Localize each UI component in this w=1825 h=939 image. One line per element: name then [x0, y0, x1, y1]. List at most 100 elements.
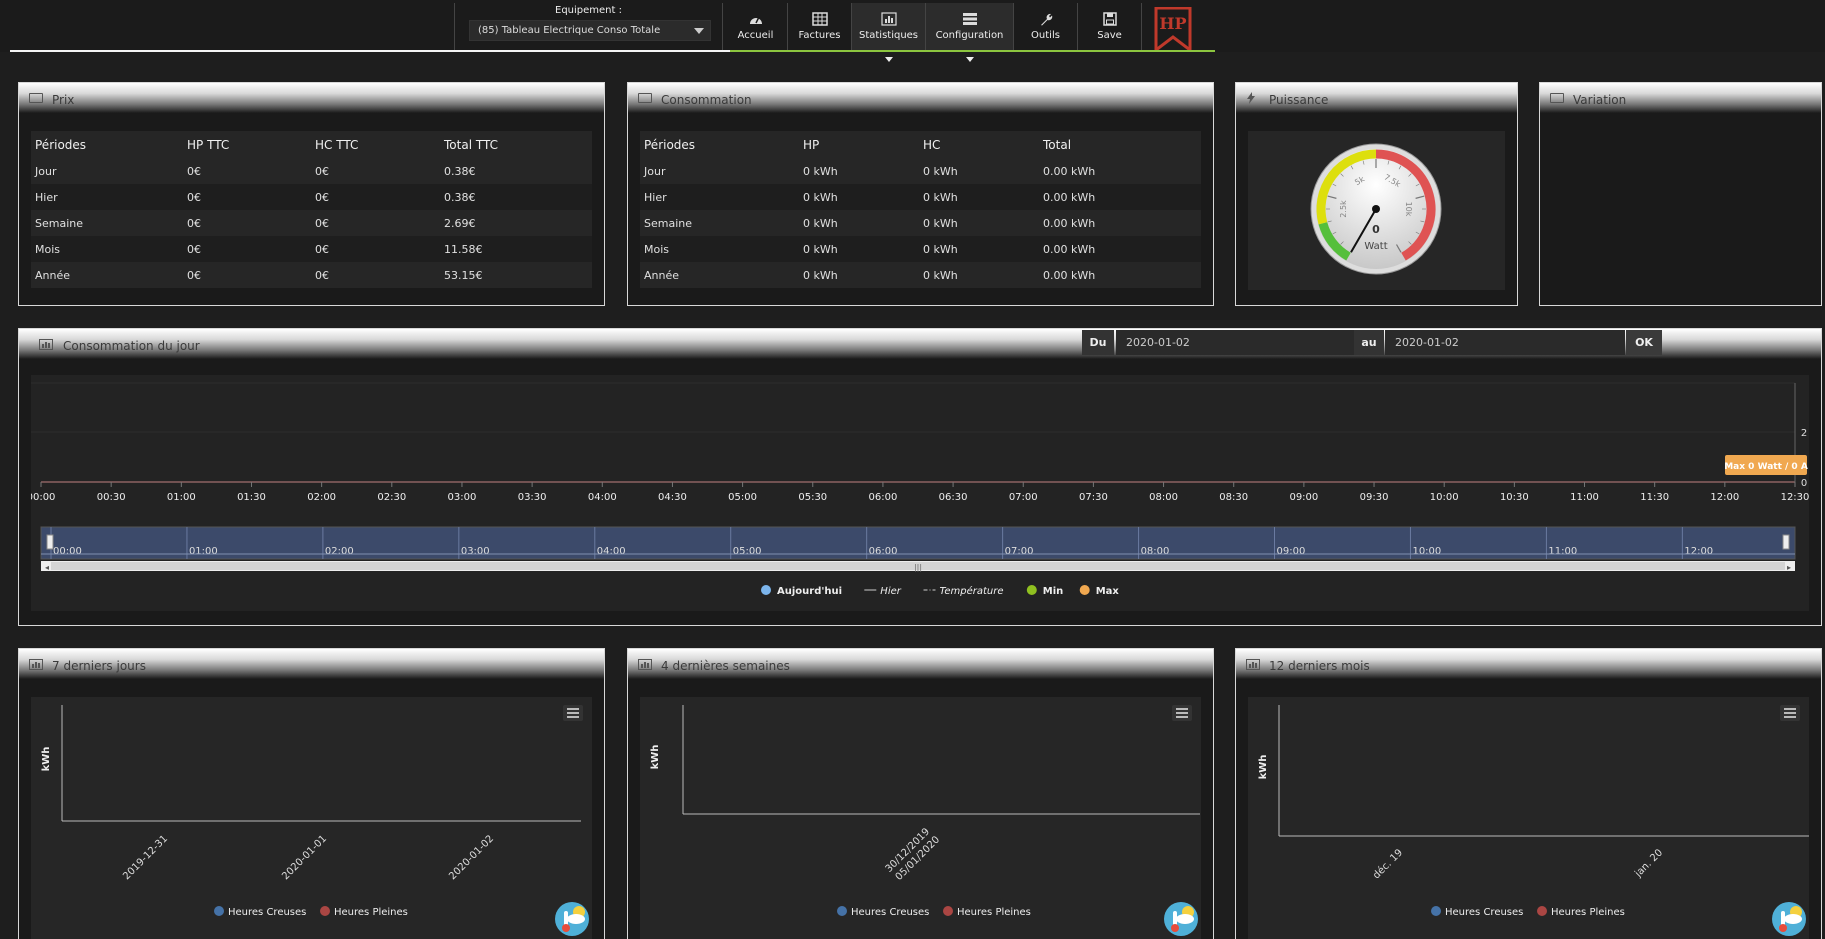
- chart-menu-icon[interactable]: [1172, 705, 1192, 721]
- gauge-wrap: 2.5k 5k 7.5k 10k 0 Watt: [1248, 131, 1505, 290]
- cell: 0€: [311, 262, 440, 288]
- x-tick-label: 06:00: [869, 492, 898, 503]
- nav-statistiques-label: Statistiques: [858, 30, 919, 41]
- nav-statistiques-button[interactable]: Statistiques: [852, 3, 926, 62]
- puissance-header: Puissance: [1236, 83, 1517, 113]
- table-row: Année 0 kWh 0 kWh 0.00 kWh: [640, 262, 1201, 288]
- x-tick-label: 10:30: [1500, 492, 1529, 503]
- navigator-tick-label: 12:00: [1684, 546, 1713, 557]
- cell: 0€: [183, 210, 311, 236]
- x-tick-label: 12:30: [1781, 492, 1809, 503]
- cell: Mois: [31, 236, 183, 262]
- week-title: 7 derniers jours: [52, 659, 146, 673]
- cell: 0.00 kWh: [1039, 158, 1201, 184]
- navigator-tick-label: 05:00: [733, 546, 762, 557]
- legend-item[interactable]: Heures Pleines: [320, 906, 408, 918]
- date-from-input[interactable]: 2020-01-02: [1116, 330, 1370, 355]
- legend-label: Heures Pleines: [957, 907, 1031, 918]
- equipment-value: (85) Tableau Electrique Conso Totale: [478, 25, 661, 36]
- cell: Hier: [31, 184, 183, 210]
- nav-accueil-label: Accueil: [737, 30, 774, 41]
- legend-item[interactable]: Heures Pleines: [1537, 906, 1625, 918]
- nav-save-button[interactable]: Save: [1078, 3, 1142, 50]
- x-tick-label: 04:00: [588, 492, 617, 503]
- col-header: Périodes: [31, 131, 183, 158]
- cell: 0€: [311, 184, 440, 210]
- legend-label: Hier: [880, 586, 901, 597]
- gauge-icon: [749, 16, 762, 24]
- navigator-handle-left[interactable]: [46, 534, 54, 550]
- money-icon: [29, 93, 43, 103]
- x-tick-label: 11:30: [1640, 492, 1669, 503]
- cell: 0 kWh: [919, 262, 1039, 288]
- x-tick-label: 07:00: [1009, 492, 1038, 503]
- cell: Semaine: [640, 210, 799, 236]
- cell: 0€: [311, 158, 440, 184]
- thermometer-bulb: [1779, 924, 1787, 932]
- legend-dot: [1079, 585, 1090, 595]
- jour-chart-wrap: 20Puissance (Watt)00:0000:3001:0001:3002…: [27, 375, 1825, 611]
- cell: 0 kWh: [799, 158, 919, 184]
- scroll-left-icon[interactable]: ◂: [45, 563, 49, 572]
- legend-item[interactable]: Heures Creuses: [1431, 906, 1523, 918]
- x-tick-label: 01:30: [237, 492, 266, 503]
- legend-item[interactable]: Heures Creuses: [214, 906, 306, 918]
- navigator-handle-right[interactable]: [1782, 534, 1790, 550]
- svg-text:HP: HP: [1159, 14, 1186, 33]
- equipment-select[interactable]: (85) Tableau Electrique Conso Totale: [469, 20, 711, 41]
- legend-item[interactable]: Heures Creuses: [837, 906, 929, 918]
- cloud-shape: [1176, 914, 1194, 924]
- puissance-panel: Puissance 2.5k 5k 7.5k 10k 0 Watt: [1235, 82, 1518, 306]
- legend-dot: [761, 585, 771, 595]
- wrench-icon: [1040, 13, 1052, 26]
- nav-configuration-button[interactable]: Configuration: [926, 3, 1014, 62]
- lightning-icon: [1247, 92, 1255, 104]
- nav-outils-button[interactable]: Outils: [1014, 3, 1078, 50]
- chart-menu-icon[interactable]: [1780, 705, 1800, 721]
- hp-bookmark-logo: HP: [1154, 6, 1192, 54]
- consommation-table-wrap: Périodes HP HC Total Jour 0 kWh 0 kWh 0.00 …: [640, 131, 1201, 288]
- navigator-tick-label: 11:00: [1548, 546, 1577, 557]
- temperature-icon[interactable]: [555, 902, 589, 936]
- scroll-right-icon[interactable]: ▸: [1787, 563, 1791, 572]
- au-label: au: [1354, 330, 1384, 355]
- legend-item[interactable]: Heures Pleines: [943, 906, 1031, 918]
- cell: 0.38€: [440, 158, 592, 184]
- consommation-table: Périodes HP HC Total Jour 0 kWh 0 kWh 0.00 …: [640, 131, 1201, 288]
- cell: 0€: [183, 184, 311, 210]
- money-icon: [638, 93, 652, 103]
- thermometer-bulb: [562, 924, 570, 932]
- navigator-tick-label: 02:00: [325, 546, 354, 557]
- nav-factures-button[interactable]: Factures: [788, 3, 852, 50]
- top-separator: [10, 50, 1215, 52]
- caret-down-icon: [884, 57, 893, 62]
- ok-button[interactable]: OK: [1626, 330, 1662, 355]
- cell: 0.38€: [440, 184, 592, 210]
- chart-menu-icon[interactable]: [563, 705, 583, 721]
- gauge-unit: Watt: [1364, 241, 1387, 252]
- cell: 0 kWh: [919, 210, 1039, 236]
- legend-label: Heures Pleines: [334, 907, 408, 918]
- x-tick-label: 01:00: [167, 492, 196, 503]
- weeks4-chart-wrap: kWh 30/12/2019 05/01/2020 Heures Creuses Heu…: [640, 697, 1201, 939]
- legend-label: Heures Creuses: [851, 907, 929, 918]
- x-tick-label: 08:00: [1149, 492, 1178, 503]
- cell: Jour: [640, 158, 799, 184]
- power-gauge: 2.5k5k 7.5k10k 0 Watt: [1310, 143, 1442, 275]
- navigator-tick-label: 07:00: [1005, 546, 1034, 557]
- cell: 0.00 kWh: [1039, 262, 1201, 288]
- date-to-input[interactable]: 2020-01-02: [1385, 330, 1625, 355]
- y-tick-label: 2: [1801, 428, 1807, 439]
- x-tick-label: 03:30: [518, 492, 547, 503]
- x-tick-label: 06:30: [939, 492, 968, 503]
- app-root: Equipement : (85) Tableau Electrique Con…: [0, 0, 1825, 939]
- cloud-shape: [567, 914, 585, 924]
- cell: Semaine: [31, 210, 183, 236]
- cell: 0€: [183, 262, 311, 288]
- consommation-title: Consommation: [661, 93, 752, 107]
- temperature-icon[interactable]: [1164, 902, 1198, 936]
- nav-accueil-button[interactable]: Accueil: [724, 3, 788, 52]
- hp-logo[interactable]: HP: [1154, 6, 1192, 54]
- temperature-icon[interactable]: [1772, 902, 1806, 936]
- equipment-selector: Equipement : (85) Tableau Electrique Con…: [454, 3, 723, 50]
